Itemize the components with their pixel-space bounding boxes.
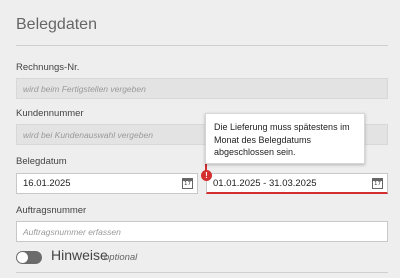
tooltip-text: Die Lieferung muss spätestens im Monat d…	[214, 122, 350, 157]
calendar-icon[interactable]	[372, 178, 383, 189]
bottom-divider	[16, 272, 388, 273]
toggle-knob	[17, 252, 28, 263]
belegdatum-value: 16.01.2025	[23, 178, 71, 189]
optional-label: optional	[104, 252, 138, 263]
section-divider	[16, 45, 388, 46]
lieferzeitraum-value: 01.01.2025 - 31.03.2025	[213, 177, 317, 189]
rechnungsnr-field: wird beim Fertigstellen vergeben	[16, 78, 388, 99]
auftragsnummer-placeholder: Auftragsnummer erfassen	[23, 226, 121, 237]
rechnungsnr-placeholder: wird beim Fertigstellen vergeben	[23, 83, 146, 94]
auftragsnummer-field[interactable]: Auftragsnummer erfassen	[16, 221, 388, 242]
section-title: Belegdaten	[16, 16, 97, 33]
lieferzeitraum-field[interactable]: 01.01.2025 - 31.03.2025	[206, 173, 388, 194]
validation-tooltip: Die Lieferung muss spätestens im Monat d…	[205, 113, 365, 164]
kundennummer-label: Kundennummer	[16, 108, 84, 119]
rechnungsnr-label: Rechnungs-Nr.	[16, 62, 80, 73]
belegdaten-panel: Belegdaten Rechnungs-Nr. wird beim Ferti…	[0, 0, 400, 278]
belegdatum-field[interactable]: 16.01.2025	[16, 173, 198, 194]
kundennummer-placeholder: wird bei Kundenauswahl vergeben	[23, 129, 153, 140]
belegdatum-label: Belegdatum	[16, 156, 67, 167]
error-icon: !	[201, 170, 212, 181]
hinweise-label: Hinweise	[51, 247, 108, 263]
auftragsnummer-label: Auftragsnummer	[16, 205, 87, 216]
hinweise-toggle[interactable]	[16, 251, 42, 264]
calendar-icon[interactable]	[182, 178, 193, 189]
